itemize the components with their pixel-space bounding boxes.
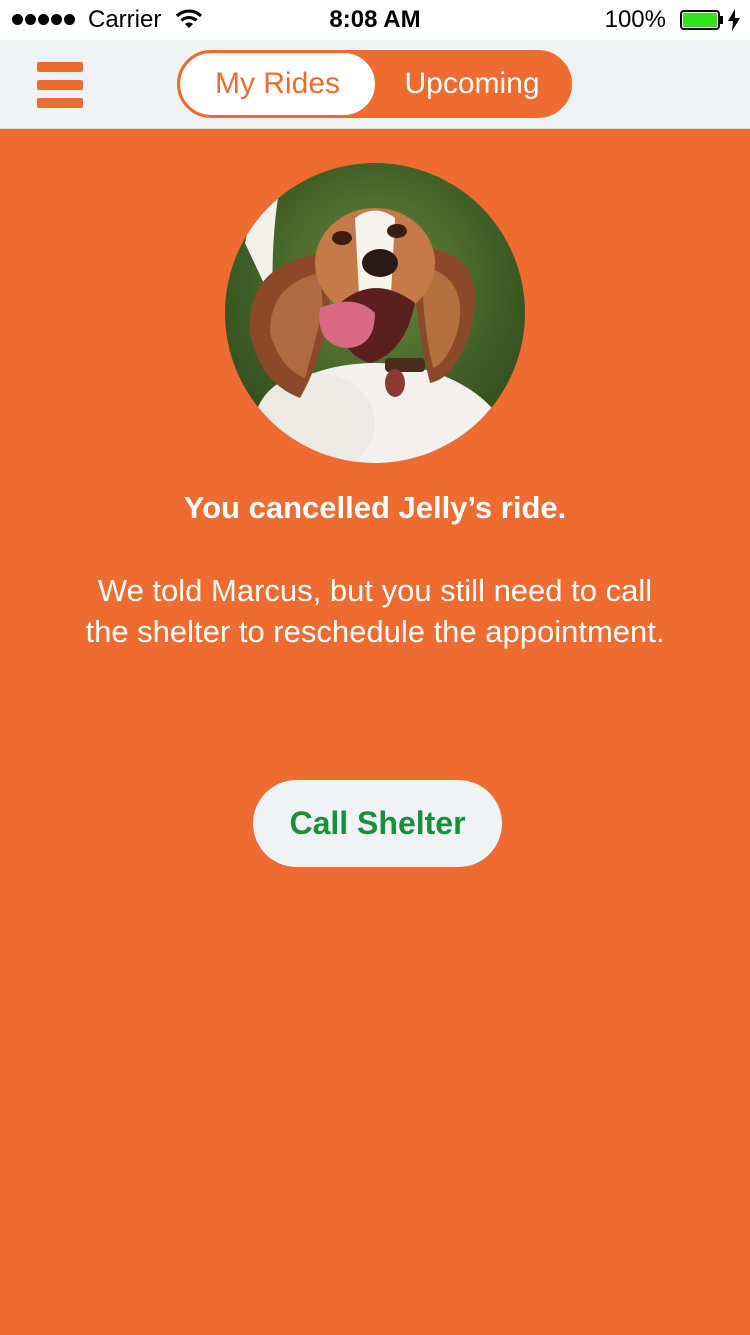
charging-bolt-icon (728, 9, 740, 31)
status-bar: Carrier 8:08 AM 100% (0, 0, 750, 40)
call-shelter-button[interactable]: Call Shelter (253, 780, 502, 867)
tab-upcoming[interactable]: Upcoming (375, 53, 569, 115)
battery-percentage: 100% (604, 6, 666, 33)
dog-photo (225, 163, 525, 463)
cancellation-headline: You cancelled Jelly’s ride. (183, 490, 567, 525)
rides-segmented-control: My Rides Upcoming (177, 50, 572, 118)
cancellation-message: We told Marcus, but you still need to ca… (85, 573, 665, 649)
hamburger-menu-icon[interactable] (37, 62, 83, 108)
tab-my-rides[interactable]: My Rides (180, 53, 375, 115)
battery-icon (680, 10, 723, 30)
nav-bar: My Rides Upcoming (0, 40, 750, 129)
